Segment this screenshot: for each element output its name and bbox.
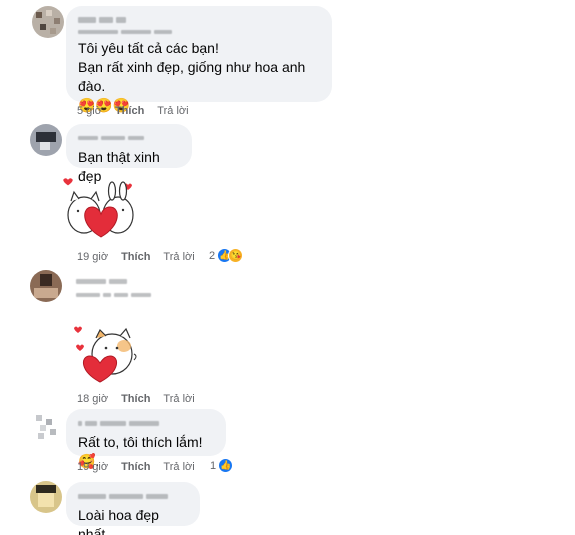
commenter-name[interactable] [78,16,320,24]
comment-actions: 18 giờ Thích Trả lời [77,393,195,405]
reaction-summary[interactable]: 2 👍 😘 [209,248,244,263]
comment-bubble: Loài hoa đẹp nhất [66,482,200,535]
comment-time[interactable]: 18 giờ [77,393,108,405]
cat-holding-heart-sticker [74,326,137,383]
comment-time[interactable]: 19 giờ [77,251,108,263]
reply-button[interactable]: Trả lời [163,461,194,473]
commenter-name[interactable] [78,492,188,500]
floating-heart-icon [63,178,73,186]
comment-bubble: Tôi yêu tất cả các bạn! Bạn rất xinh đẹp… [66,6,332,113]
comment-bubble: Bạn thật xinh đẹp [66,124,192,184]
commenter-name[interactable] [76,275,151,299]
reaction-count: 1 [210,459,217,472]
commenter-avatar[interactable] [32,6,64,38]
cat-bunny-heart-sticker [63,178,134,238]
comment-time[interactable]: 19 giờ [77,461,108,473]
commenter-name[interactable] [78,134,180,142]
comment-bubble: Rất to, tôi thích lắm!🥰. [66,409,226,469]
floating-heart-icon [76,344,84,351]
commenter-avatar[interactable] [30,481,62,513]
like-button[interactable]: Thích [121,251,150,263]
comment-text: Tôi yêu tất cả các bạn! [78,40,219,56]
care-icon: 😘 [228,248,244,263]
comment-text: Bạn rất xinh đẹp, giống như hoa anh đào. [78,59,306,94]
like-button[interactable]: Thích [121,461,150,473]
like-button[interactable]: Thích [115,105,144,117]
reply-button[interactable]: Trả lời [157,105,188,117]
comment-actions: 5 giờ Thích Trả lời [77,105,189,117]
reply-button[interactable]: Trả lời [163,251,194,263]
like-icon: 👍 [218,458,234,473]
comment-time[interactable]: 5 giờ [77,105,102,117]
comment-text: Loài hoa đẹp nhất [78,507,159,535]
floating-heart-icon [74,326,82,333]
commenter-avatar[interactable] [30,411,62,443]
comment-actions: 19 giờ Thích Trả lời [77,251,195,263]
reply-button[interactable]: Trả lời [163,393,194,405]
commenter-name[interactable] [78,419,214,427]
reaction-count: 2 [209,249,216,262]
reaction-summary[interactable]: 1 👍 [210,458,234,473]
commenter-avatar[interactable] [30,124,62,156]
commenter-avatar[interactable] [30,270,62,302]
comment-actions: 19 giờ Thích Trả lời [77,461,195,473]
like-button[interactable]: Thích [121,393,150,405]
